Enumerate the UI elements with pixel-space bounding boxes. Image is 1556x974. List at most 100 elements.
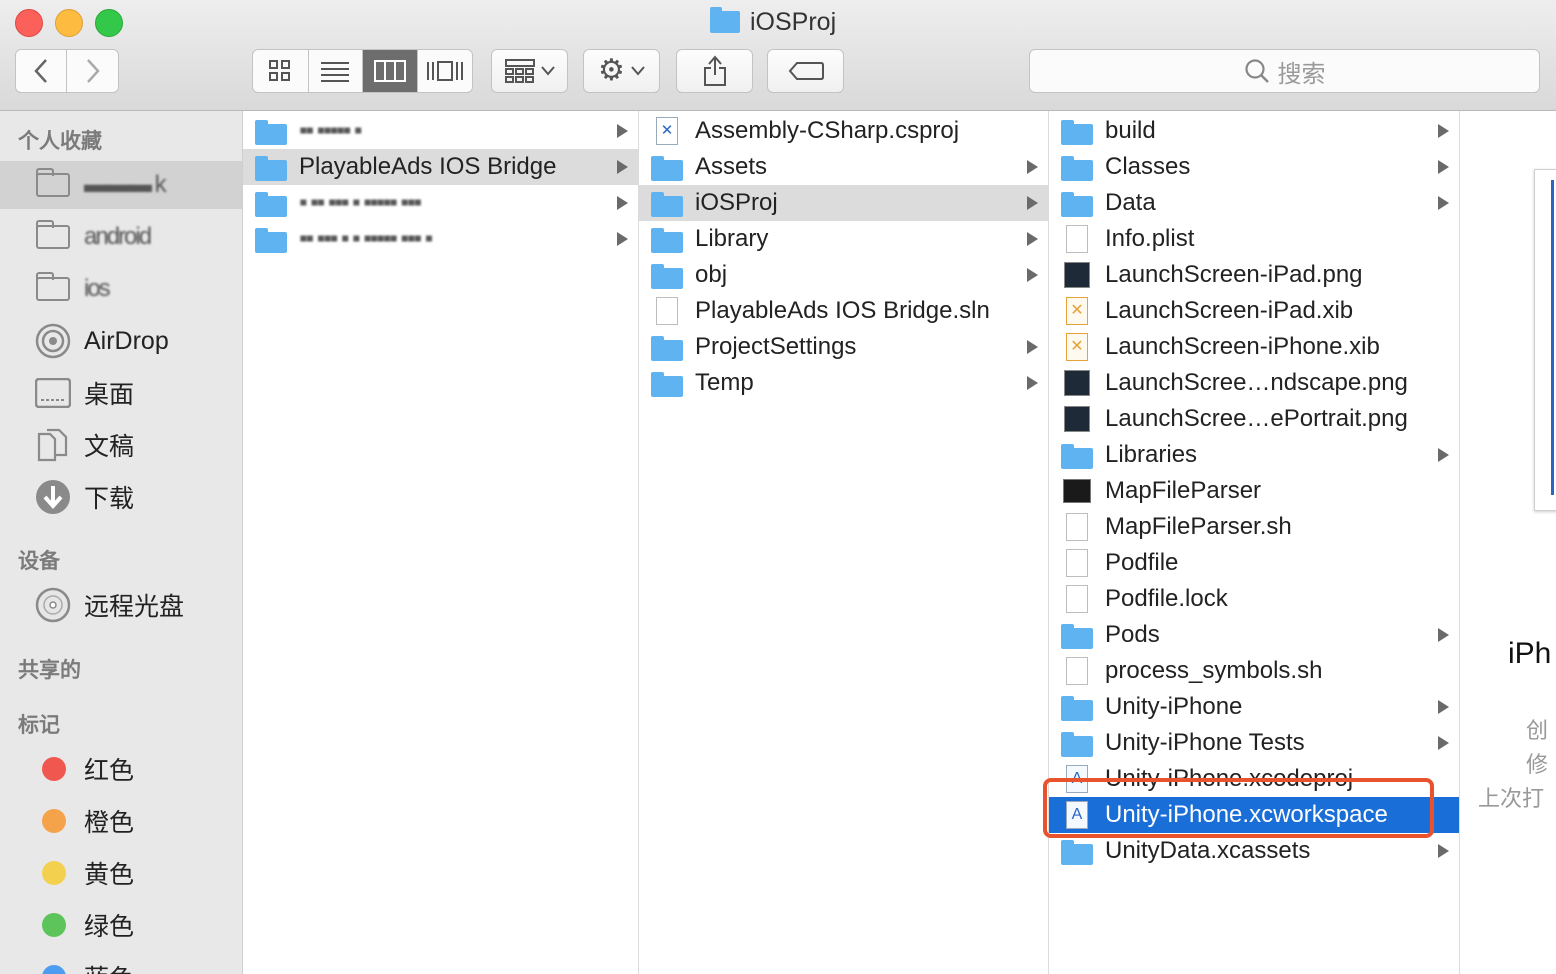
file-row-podfile-lock[interactable]: Podfile.lock	[1049, 581, 1459, 617]
edit-tags-button[interactable]	[767, 49, 844, 93]
sidebar-item-home[interactable]: ▬▬▬ k	[0, 161, 242, 209]
file-row-mapfileparser[interactable]: MapFileParser	[1049, 473, 1459, 509]
browser-column-2: ✕ Assembly-CSharp.csproj Assets iOSProj Libr…	[639, 111, 1049, 974]
file-row-mapfileparser-sh[interactable]: MapFileParser.sh	[1049, 509, 1459, 545]
sidebar-tag-green[interactable]: 绿色	[0, 901, 242, 949]
disclosure-arrow-icon	[617, 232, 628, 246]
sidebar-item-label: ios	[84, 275, 111, 302]
file-row-unitydata-xcassets[interactable]: UnityData.xcassets	[1049, 833, 1459, 869]
action-menu-button[interactable]: ⚙	[583, 49, 660, 93]
disclosure-arrow-icon	[617, 160, 628, 174]
folder-icon	[651, 227, 683, 253]
file-row-projectsettings[interactable]: ProjectSettings	[639, 329, 1048, 365]
file-name: Libraries	[1105, 441, 1198, 468]
orange-tag-dot-icon	[42, 809, 66, 833]
sidebar-item-documents[interactable]: 文稿	[0, 421, 242, 469]
file-row-launchscreen-ipad-png[interactable]: LaunchScreen-iPad.png	[1049, 257, 1459, 293]
nav-buttons	[15, 49, 119, 93]
file-name: Unity-iPhone.xcworkspace	[1105, 801, 1388, 828]
sidebar-tag-red[interactable]: 红色	[0, 745, 242, 793]
search-field[interactable]: 搜索	[1029, 49, 1540, 93]
terminal-executable-icon	[1063, 479, 1091, 503]
sidebar-item-airdrop[interactable]: AirDrop	[0, 317, 242, 365]
downloads-icon	[36, 480, 70, 514]
sidebar-item-desktop[interactable]: 桌面	[0, 369, 242, 417]
sidebar-item-remote-disc[interactable]: 远程光盘	[0, 581, 242, 629]
disclosure-arrow-icon	[1438, 628, 1449, 642]
file-name: PlayableAds IOS Bridge	[299, 153, 557, 180]
file-row-unity-iphone-xcodeproj[interactable]: A Unity-iPhone.xcodeproj	[1049, 761, 1459, 797]
sidebar-tag-orange[interactable]: 橙色	[0, 797, 242, 845]
file-row-unity-iphone-tests[interactable]: Unity-iPhone Tests	[1049, 725, 1459, 761]
maximize-window-button[interactable]	[95, 9, 123, 37]
file-row-playableads-ios-bridge[interactable]: PlayableAds IOS Bridge	[243, 149, 638, 185]
file-row-item[interactable]: ▪ ▪▪ ▪▪▪ ▪ ▪▪▪▪▪ ▪▪▪	[243, 185, 638, 221]
sidebar-item-android[interactable]: android	[0, 213, 242, 261]
sidebar-section-tags: 标记	[18, 714, 60, 737]
arrange-icon	[504, 59, 535, 83]
columns-icon	[373, 60, 406, 82]
browser-column-3: build Classes Data Info.plist LaunchScreen-i…	[1049, 111, 1460, 974]
file-row-pods[interactable]: Pods	[1049, 617, 1459, 653]
file-row-libraries[interactable]: Libraries	[1049, 437, 1459, 473]
sidebar: 个人收藏 ▬▬▬ k android ios AirDrop 桌面 文稿 下载 …	[0, 111, 243, 974]
airdrop-icon	[35, 323, 71, 359]
sidebar-item-label: 黄色	[84, 861, 135, 889]
file-row-temp[interactable]: Temp	[639, 365, 1048, 401]
icon-view-button[interactable]	[253, 50, 309, 92]
file-row-launchscree-ndscape-png[interactable]: LaunchScree…ndscape.png	[1049, 365, 1459, 401]
file-name: LaunchScreen-iPad.png	[1105, 261, 1363, 288]
file-name: Info.plist	[1105, 225, 1195, 252]
folder-icon	[651, 155, 683, 181]
file-row-info-plist[interactable]: Info.plist	[1049, 221, 1459, 257]
file-row-launchscreen-ipad-xib[interactable]: ✕ LaunchScreen-iPad.xib	[1049, 293, 1459, 329]
sidebar-item-downloads[interactable]: 下载	[0, 473, 242, 521]
file-row-unity-iphone[interactable]: Unity-iPhone	[1049, 689, 1459, 725]
disclosure-arrow-icon	[1027, 268, 1038, 282]
coverflow-icon	[426, 61, 463, 81]
folder-icon	[651, 191, 683, 217]
file-row-playableads-ios-bridge-sln[interactable]: PlayableAds IOS Bridge.sln	[639, 293, 1048, 329]
folder-icon	[651, 263, 683, 289]
minimize-window-button[interactable]	[55, 9, 83, 37]
file-row-launchscree-eportrait-png[interactable]: LaunchScree…ePortrait.png	[1049, 401, 1459, 437]
file-row-build[interactable]: build	[1049, 113, 1459, 149]
file-row-iosproj[interactable]: iOSProj	[639, 185, 1048, 221]
list-view-button[interactable]	[309, 50, 363, 92]
group-by-button[interactable]	[491, 49, 568, 93]
red-tag-dot-icon	[42, 757, 66, 781]
folder-icon	[255, 227, 287, 253]
folder-icon	[1061, 155, 1093, 181]
file-name: Unity-iPhone.xcodeproj	[1105, 765, 1354, 792]
file-row-process-symbols-sh[interactable]: process_symbols.sh	[1049, 653, 1459, 689]
sidebar-item-label: 下载	[84, 485, 135, 513]
forward-button[interactable]	[67, 50, 118, 92]
file-row-item[interactable]: ▪▪ ▪▪▪ ▪ ▪ ▪▪▪▪▪ ▪▪▪ ▪	[243, 221, 638, 257]
file-row-assembly-csharp-csproj[interactable]: ✕ Assembly-CSharp.csproj	[639, 113, 1048, 149]
sidebar-section-shared: 共享的	[18, 659, 81, 682]
share-button[interactable]	[676, 49, 753, 93]
document-icon	[1066, 549, 1088, 577]
file-row-library[interactable]: Library	[639, 221, 1048, 257]
back-button[interactable]	[16, 50, 68, 92]
sidebar-item-ios[interactable]: ios	[0, 265, 242, 313]
file-row-podfile[interactable]: Podfile	[1049, 545, 1459, 581]
file-row-obj[interactable]: obj	[639, 257, 1048, 293]
view-mode-selector	[252, 49, 473, 93]
file-name: LaunchScree…ePortrait.png	[1105, 405, 1408, 432]
file-name: Podfile	[1105, 549, 1179, 576]
file-row-classes[interactable]: Classes	[1049, 149, 1459, 185]
file-row-data[interactable]: Data	[1049, 185, 1459, 221]
document-icon	[1066, 585, 1088, 613]
file-row-unity-iphone-xcworkspace[interactable]: A Unity-iPhone.xcworkspace	[1049, 797, 1459, 833]
file-name: MapFileParser	[1105, 477, 1262, 504]
file-row-assets[interactable]: Assets	[639, 149, 1048, 185]
file-name: MapFileParser.sh	[1105, 513, 1292, 540]
file-row-item[interactable]: ▪▪ ▪▪▪▪▪ ▪	[243, 113, 638, 149]
coverflow-view-button[interactable]	[418, 50, 473, 92]
file-row-launchscreen-iphone-xib[interactable]: ✕ LaunchScreen-iPhone.xib	[1049, 329, 1459, 365]
close-window-button[interactable]	[15, 9, 43, 37]
column-view-button[interactable]	[363, 50, 418, 92]
sidebar-tag-blue[interactable]: 蓝色	[0, 953, 242, 974]
sidebar-tag-yellow[interactable]: 黄色	[0, 849, 242, 897]
